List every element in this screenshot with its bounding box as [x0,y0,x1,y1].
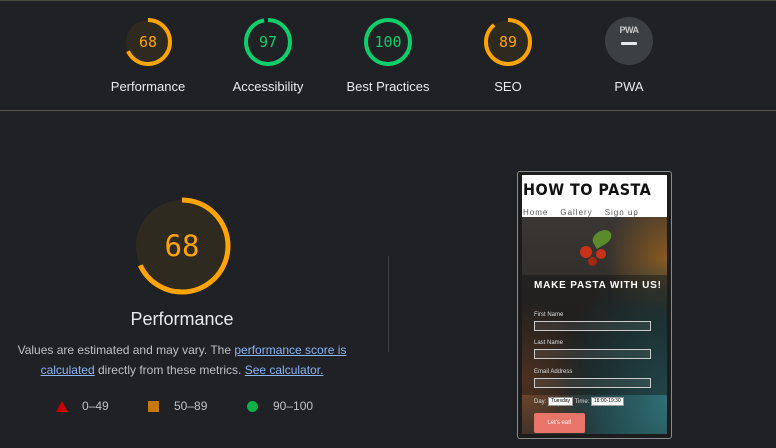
vertical-divider [388,256,389,352]
gauge-performance[interactable]: 68 Performance [98,17,198,94]
gauge-ring: 97 [244,18,292,66]
legend-range: 90–100 [273,399,314,413]
performance-description: Values are estimated and may vary. The p… [8,340,356,380]
gauge-label: Accessibility [232,79,304,94]
site-nav-item: Gallery [560,208,593,217]
gauge-seo[interactable]: 89 SEO [458,17,558,94]
gauge-ring: 89 [484,18,532,66]
gauge-ring: 68 [124,18,172,66]
triangle-icon [56,401,68,412]
gauge-accessibility[interactable]: 97 Accessibility [218,17,318,94]
score-summary: 68 Performance 97 Accessibility 100 Best… [0,1,776,111]
gauge-label: Performance [110,79,186,94]
performance-title: Performance [130,309,234,329]
circle-icon [247,401,258,412]
legend-range: 50–89 [174,399,208,413]
section-divider [0,110,776,111]
field-label: Last Name [534,340,564,346]
performance-score: 68 [165,229,200,263]
first-name-field [534,321,651,331]
performance-gauge-large: 68 [133,197,231,295]
see-calculator-link[interactable]: See calculator. [245,363,324,377]
gauge-best-practices[interactable]: 100 Best Practices [338,17,438,94]
submit-button: Let's eat! [534,413,585,433]
site-nav-item: Sign up [604,208,639,217]
pwa-dash-icon [621,42,637,45]
form-title: MAKE PASTA WITH US! [534,280,662,291]
site-nav-item: Home [523,208,549,217]
site-nav: Home Gallery Sign up [523,208,651,217]
gauge-score: 68 [139,33,157,51]
email-field [534,378,651,388]
signup-form [522,275,667,395]
gauge-label: SEO [494,79,522,94]
time-select: 18:00-19:30 [591,397,624,406]
day-select: Tuesday [548,397,574,406]
gauge-label: PWA [614,79,644,94]
field-label: First Name [534,312,564,318]
pwa-badge: PWA [605,17,653,65]
gauge-score: 89 [499,33,517,51]
gauge-score: 97 [259,33,277,51]
gauge-pwa[interactable]: PWA PWA [579,17,679,94]
gauge-ring: 100 [364,18,412,66]
site-title: HOW TO PASTA [523,180,652,199]
site-header: HOW TO PASTA Home Gallery Sign up [522,175,667,217]
hero-image: MAKE PASTA WITH US! First Name Last Name… [522,217,667,434]
time-label: Time: [574,399,590,406]
basil-leaf [589,226,615,250]
page-screenshot: HOW TO PASTA Home Gallery Sign up MAKE PAS… [522,175,667,434]
square-icon [148,401,159,412]
day-label: Day: [534,399,547,406]
day-time-row: Day: Tuesday Time: 18:00-19:30 [534,397,624,406]
description-text: Values are estimated and may vary. The [17,343,235,357]
tomato [596,249,606,259]
description-text: directly from these metrics. [94,363,245,377]
tomato [580,246,592,258]
gauge-score: 100 [374,33,401,51]
page-screenshot-thumbnail[interactable]: HOW TO PASTA Home Gallery Sign up MAKE PAS… [517,171,672,439]
last-name-field [534,349,651,359]
pwa-icon: PWA [619,25,639,35]
gauge-label: Best Practices [346,79,430,94]
legend-range: 0–49 [82,399,109,413]
field-label: Email Address [534,369,573,375]
tomato [588,257,597,266]
